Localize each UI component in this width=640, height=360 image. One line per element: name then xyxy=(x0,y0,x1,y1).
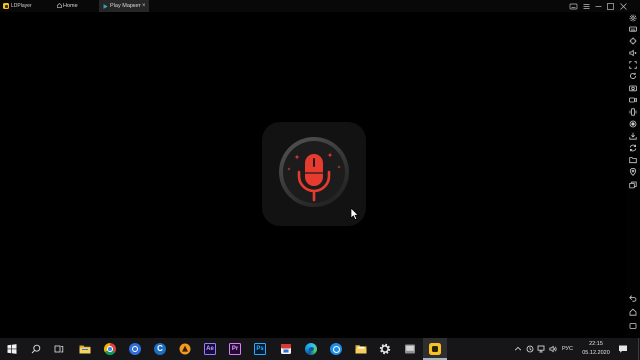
volume-icon[interactable] xyxy=(549,345,557,353)
video-record-icon[interactable] xyxy=(629,96,637,104)
orange-app-icon[interactable] xyxy=(179,343,191,355)
app-name: LDPlayer xyxy=(11,3,32,9)
file-explorer-icon[interactable] xyxy=(79,343,91,355)
search-icon[interactable] xyxy=(31,344,41,354)
folder-app-icon[interactable] xyxy=(355,343,367,355)
windows-start-icon[interactable] xyxy=(7,344,17,354)
tab-label: Play Маркет xyxy=(110,3,141,9)
ldplayer-logo-icon xyxy=(3,3,9,9)
notification-icon[interactable] xyxy=(618,344,628,354)
keyboard-icon[interactable] xyxy=(629,25,637,33)
minimize-icon[interactable] xyxy=(594,2,603,11)
rotate-icon[interactable] xyxy=(629,72,637,80)
blue-app-icon-ring xyxy=(132,346,138,352)
red-app-icon[interactable] xyxy=(280,343,292,355)
task-view-icon[interactable] xyxy=(54,344,64,354)
recent-apps-icon[interactable] xyxy=(629,322,637,330)
home-icon[interactable] xyxy=(629,308,637,316)
network-icon[interactable] xyxy=(537,345,545,353)
back-icon[interactable] xyxy=(629,294,637,302)
joystick-icon[interactable] xyxy=(629,37,637,45)
mouse-cursor-icon xyxy=(350,207,360,221)
clock[interactable]: 22:15 05.12.2020 xyxy=(580,340,612,358)
chrome-icon[interactable] xyxy=(104,343,116,355)
show-desktop-button[interactable] xyxy=(638,338,639,360)
keyboard-icon[interactable] xyxy=(569,2,578,11)
tab-close-button[interactable]: × xyxy=(142,3,146,9)
location-icon[interactable] xyxy=(629,168,637,176)
title-bar: LDPlayer Home Play Маркет × xyxy=(0,0,640,12)
blue-swirl-app-icon[interactable] xyxy=(330,343,342,355)
clock-date: 05.12.2020 xyxy=(582,350,610,356)
menu-icon[interactable] xyxy=(582,2,591,11)
clock-time: 22:15 xyxy=(589,341,603,347)
shake-icon[interactable] xyxy=(629,108,637,116)
blue-app-icon[interactable] xyxy=(129,343,141,355)
tray-app-icon[interactable] xyxy=(526,345,534,353)
blue-swirl-app-icon-ring xyxy=(332,345,340,353)
language-indicator[interactable]: РУС xyxy=(562,346,573,352)
chrome-icon-center xyxy=(108,347,112,351)
ldplayer-icon[interactable] xyxy=(429,343,441,355)
chevron-up-icon[interactable] xyxy=(514,345,522,353)
c-app-icon[interactable]: C xyxy=(154,343,166,355)
close-icon[interactable] xyxy=(619,2,628,11)
premiere-pro-icon[interactable]: Pr xyxy=(229,343,241,355)
shared-folder-icon[interactable] xyxy=(629,156,637,164)
photoshop-icon[interactable]: Ps xyxy=(254,343,266,355)
fullscreen-icon[interactable] xyxy=(629,61,637,69)
monitor-app-icon[interactable] xyxy=(404,343,416,355)
sync-icon[interactable] xyxy=(629,144,637,152)
maximize-icon[interactable] xyxy=(606,2,615,11)
tab-label: Home xyxy=(63,3,78,9)
edge-icon[interactable] xyxy=(305,343,317,355)
edge-icon-inner xyxy=(308,347,314,351)
settings-icon[interactable] xyxy=(379,343,391,355)
ldplayer-icon-mark xyxy=(432,346,438,352)
volume-up-icon[interactable] xyxy=(629,49,637,57)
after-effects-icon[interactable]: Ae xyxy=(204,343,216,355)
tab-play-market[interactable]: Play Маркет × xyxy=(99,0,149,12)
operation-record-icon[interactable] xyxy=(629,120,637,128)
multi-instance-icon[interactable] xyxy=(629,181,637,189)
play-store-icon xyxy=(103,3,108,9)
settings-icon[interactable] xyxy=(629,14,637,22)
screenshot-icon[interactable] xyxy=(629,84,637,92)
tab-home[interactable]: Home xyxy=(54,0,94,12)
home-icon xyxy=(57,3,62,8)
apk-install-icon[interactable] xyxy=(629,132,637,140)
